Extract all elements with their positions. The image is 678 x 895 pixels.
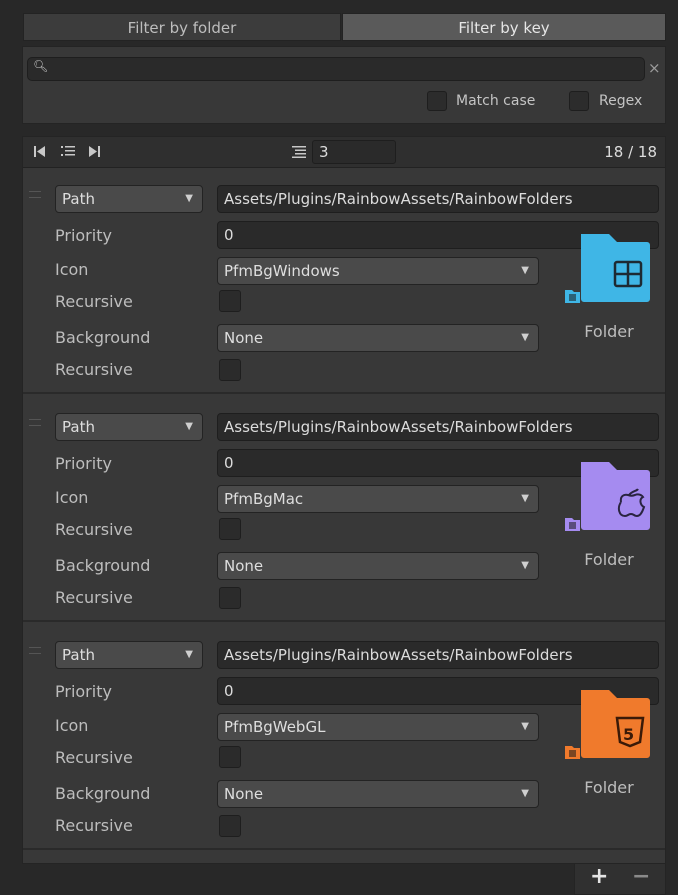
background-recursive-checkbox[interactable] [219, 587, 241, 609]
rule-entry: Path ▼ Assets/Plugins/RainbowAssets/Rain… [23, 398, 665, 622]
rule-entry: Path ▼ Assets/Plugins/RainbowAssets/Rain… [23, 626, 665, 850]
background-dropdown[interactable]: None ▼ [217, 552, 539, 580]
background-value: None [224, 329, 264, 347]
regex-label: Regex [599, 93, 643, 109]
tab-filter-by-folder[interactable]: Filter by folder [23, 13, 341, 41]
icon-label: Icon [55, 260, 89, 279]
background-value: None [224, 557, 264, 575]
html5-folder-icon: 5 [565, 690, 650, 759]
page-size-icon [292, 146, 306, 158]
tab-filter-by-key[interactable]: Filter by key [342, 13, 666, 41]
background-recursive-checkbox[interactable] [219, 359, 241, 381]
first-page-icon[interactable] [33, 145, 47, 158]
drag-handle-icon[interactable] [29, 419, 41, 426]
chevron-down-icon: ▼ [521, 265, 529, 276]
page-size-input[interactable]: 3 [312, 140, 396, 164]
search-icon[interactable]: 🔍︎ [33, 59, 48, 73]
search-input[interactable] [27, 57, 645, 81]
list-footer [574, 864, 666, 895]
chevron-down-icon: ▼ [185, 193, 193, 204]
background-label: Background [55, 328, 151, 347]
icon-recursive-checkbox[interactable] [219, 746, 241, 768]
folder-preview: 5 [561, 686, 661, 772]
icon-recursive-checkbox[interactable] [219, 290, 241, 312]
add-button[interactable]: + [590, 864, 608, 889]
recursive-label: Recursive [55, 360, 133, 379]
recursive-label: Recursive [55, 292, 133, 311]
icon-value: PfmBgWindows [224, 262, 340, 280]
priority-label: Priority [55, 226, 112, 245]
key-type-value: Path [62, 190, 95, 208]
chevron-down-icon: ▼ [185, 649, 193, 660]
list-view-icon[interactable] [60, 144, 76, 158]
chevron-down-icon: ▼ [521, 493, 529, 504]
chevron-down-icon: ▼ [521, 788, 529, 799]
background-label: Background [55, 556, 151, 575]
icon-value: PfmBgWebGL [224, 718, 326, 736]
icon-value: PfmBgMac [224, 490, 304, 508]
folder-preview-caption: Folder [584, 550, 634, 569]
item-count: 18 / 18 [604, 143, 657, 161]
svg-text:5: 5 [623, 725, 634, 744]
key-type-dropdown[interactable]: Path ▼ [55, 185, 203, 213]
background-dropdown[interactable]: None ▼ [217, 324, 539, 352]
chevron-down-icon: ▼ [521, 332, 529, 343]
apple-folder-icon [565, 462, 650, 531]
priority-label: Priority [55, 454, 112, 473]
recursive-label: Recursive [55, 748, 133, 767]
background-value: None [224, 785, 264, 803]
icon-recursive-checkbox[interactable] [219, 518, 241, 540]
folder-preview [561, 458, 661, 544]
icon-label: Icon [55, 488, 89, 507]
remove-button[interactable]: − [632, 864, 650, 889]
folder-preview-caption: Folder [584, 778, 634, 797]
icon-dropdown[interactable]: PfmBgWindows ▼ [217, 257, 539, 285]
chevron-down-icon: ▼ [185, 421, 193, 432]
priority-label: Priority [55, 682, 112, 701]
chevron-down-icon: ▼ [521, 560, 529, 571]
drag-handle-icon[interactable] [29, 191, 41, 198]
recursive-label: Recursive [55, 588, 133, 607]
background-label: Background [55, 784, 151, 803]
icon-label: Icon [55, 716, 89, 735]
key-type-value: Path [62, 646, 95, 664]
recursive-label: Recursive [55, 520, 133, 539]
folder-preview [561, 230, 661, 316]
path-field[interactable]: Assets/Plugins/RainbowAssets/RainbowFold… [217, 641, 659, 669]
icon-dropdown[interactable]: PfmBgWebGL ▼ [217, 713, 539, 741]
key-type-dropdown[interactable]: Path ▼ [55, 413, 203, 441]
path-field[interactable]: Assets/Plugins/RainbowAssets/RainbowFold… [217, 413, 659, 441]
key-type-value: Path [62, 418, 95, 436]
key-type-dropdown[interactable]: Path ▼ [55, 641, 203, 669]
chevron-down-icon: ▼ [521, 721, 529, 732]
regex-checkbox[interactable] [569, 91, 589, 111]
clear-search-icon[interactable]: × [648, 59, 661, 77]
recursive-label: Recursive [55, 816, 133, 835]
rule-entry: Path ▼ Assets/Plugins/RainbowAssets/Rain… [23, 170, 665, 394]
folder-preview-caption: Folder [584, 322, 634, 341]
background-recursive-checkbox[interactable] [219, 815, 241, 837]
drag-handle-icon[interactable] [29, 647, 41, 654]
icon-dropdown[interactable]: PfmBgMac ▼ [217, 485, 539, 513]
windows-folder-icon [565, 234, 650, 303]
last-page-icon[interactable] [88, 145, 102, 158]
path-field[interactable]: Assets/Plugins/RainbowAssets/RainbowFold… [217, 185, 659, 213]
match-case-label: Match case [456, 93, 536, 109]
background-dropdown[interactable]: None ▼ [217, 780, 539, 808]
match-case-checkbox[interactable] [427, 91, 447, 111]
